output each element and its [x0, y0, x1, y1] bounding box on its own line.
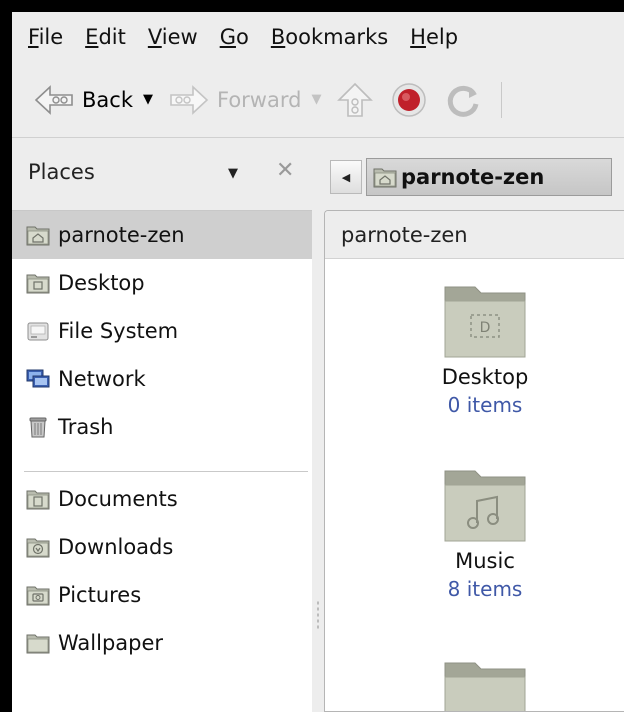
- menu-edit[interactable]: Edit: [85, 25, 126, 49]
- menu-file[interactable]: File: [28, 25, 63, 49]
- places-label: Places: [28, 160, 95, 184]
- window-frame-left: [0, 0, 12, 712]
- toolbar-separator: [501, 81, 503, 118]
- downloads-folder-icon: [26, 536, 50, 558]
- back-button[interactable]: Back ▼: [32, 83, 153, 117]
- places-sidebar: parnote-zen Desktop File System Network …: [12, 210, 312, 712]
- breadcrumb-current-button[interactable]: parnote-zen: [366, 158, 612, 196]
- desktop-folder-icon: [26, 272, 50, 294]
- folder-icon: [26, 632, 50, 654]
- reload-icon: [443, 80, 483, 120]
- forward-arrow-icon: [167, 83, 211, 117]
- sidebar-item-label: Downloads: [58, 535, 174, 559]
- home-folder-icon: [373, 166, 397, 188]
- file-item-name: Music: [455, 549, 515, 573]
- sidebar-item-label: File System: [58, 319, 179, 343]
- folder-icon: [441, 659, 529, 711]
- file-manager-window: File Edit View Go Bookmarks Help Back ▼: [12, 12, 624, 712]
- menu-view[interactable]: View: [148, 25, 198, 49]
- sidebar-item-pictures[interactable]: Pictures: [12, 571, 312, 619]
- toolbar: Back ▼ Forward ▼: [12, 62, 624, 138]
- menu-bookmarks[interactable]: Bookmarks: [271, 25, 388, 49]
- reload-button[interactable]: [443, 80, 483, 120]
- documents-folder-icon: [26, 488, 50, 510]
- sidebar-type-dropdown[interactable]: ▼: [228, 166, 238, 181]
- view-pane-header: parnote-zen: [325, 211, 624, 259]
- svg-text:D: D: [480, 320, 491, 336]
- forward-label: Forward: [216, 87, 302, 112]
- sidebar-item-label: Network: [58, 367, 146, 391]
- stop-icon: [389, 80, 429, 120]
- sidebar-item-label: Trash: [58, 415, 114, 439]
- sidebar-item-label: Pictures: [58, 583, 142, 607]
- sidebar-item-label: Wallpaper: [58, 631, 164, 655]
- sidebar-item-network[interactable]: Network: [12, 355, 312, 403]
- forward-button[interactable]: Forward ▼: [167, 83, 321, 117]
- file-view: parnote-zen D Desktop 0 items Music 8 it…: [324, 210, 624, 712]
- menu-go[interactable]: Go: [220, 25, 249, 49]
- file-item-count: 0 items: [447, 393, 523, 417]
- file-item-music[interactable]: Music 8 items: [385, 467, 585, 601]
- sidebar-item-label: Documents: [58, 487, 178, 511]
- view-pane-title: parnote-zen: [341, 222, 468, 247]
- up-arrow-icon: [335, 80, 375, 120]
- network-icon: [26, 368, 50, 390]
- back-history-dropdown[interactable]: ▼: [143, 92, 153, 107]
- resize-grip-icon: [317, 600, 319, 630]
- close-sidebar-icon[interactable]: ✕: [276, 158, 294, 183]
- back-label: Back: [82, 87, 133, 112]
- file-item-count: 8 items: [447, 577, 523, 601]
- pictures-folder-icon: [26, 584, 50, 606]
- window-frame-top: [0, 0, 624, 12]
- sidebar-separator: [24, 471, 308, 472]
- breadcrumb-label: parnote-zen: [401, 165, 545, 189]
- file-item-name: Desktop: [441, 365, 529, 389]
- sidebar-item-home[interactable]: parnote-zen: [12, 211, 312, 259]
- menubar: File Edit View Go Bookmarks Help: [12, 12, 624, 62]
- music-folder-icon: [441, 467, 529, 543]
- stop-button[interactable]: [389, 80, 429, 120]
- file-item-desktop[interactable]: D Desktop 0 items: [385, 283, 585, 417]
- file-item-folder[interactable]: [385, 659, 585, 711]
- pane-resize-handle[interactable]: [312, 210, 324, 712]
- sidebar-item-label: parnote-zen: [58, 223, 185, 247]
- sidebar-item-desktop[interactable]: Desktop: [12, 259, 312, 307]
- sidebar-item-trash[interactable]: Trash: [12, 403, 312, 451]
- home-folder-icon: [26, 224, 50, 246]
- trash-icon: [26, 416, 50, 438]
- drive-icon: [26, 320, 50, 342]
- back-arrow-icon: [32, 83, 76, 117]
- up-button[interactable]: [335, 80, 375, 120]
- desktop-folder-icon: D: [441, 283, 529, 359]
- menu-help[interactable]: Help: [410, 25, 458, 49]
- sidebar-item-documents[interactable]: Documents: [12, 475, 312, 523]
- breadcrumb-scroll-left-button[interactable]: ◀: [330, 160, 362, 194]
- sidebar-item-label: Desktop: [58, 271, 145, 295]
- sidebar-item-file-system[interactable]: File System: [12, 307, 312, 355]
- location-bar: Places ▼ ✕ ◀ parnote-zen: [12, 138, 624, 210]
- forward-history-dropdown[interactable]: ▼: [311, 92, 321, 107]
- sidebar-item-wallpaper[interactable]: Wallpaper: [12, 619, 312, 667]
- sidebar-item-downloads[interactable]: Downloads: [12, 523, 312, 571]
